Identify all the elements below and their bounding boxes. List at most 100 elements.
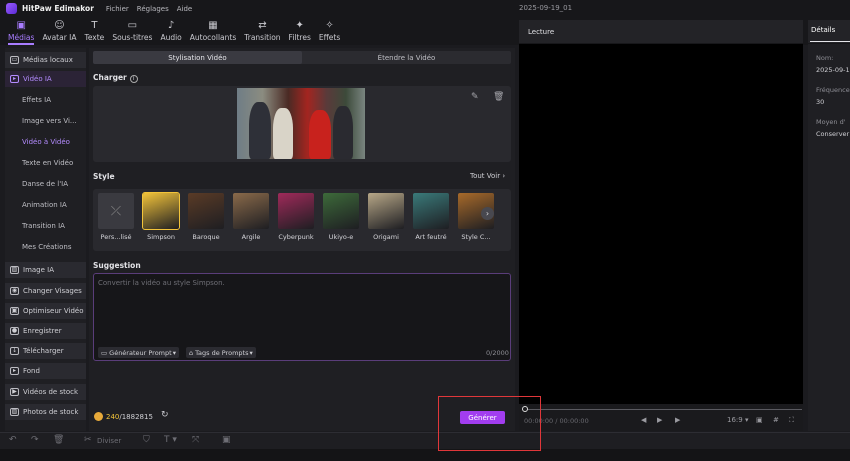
audio-icon: ♪ [167,20,175,31]
toolbar-text[interactable]: T Texte [85,17,105,42]
sidebar-item-9[interactable]: Mes Créations [5,239,86,255]
split-label[interactable]: Diviser [97,437,121,445]
toolbar-label: Filtres [288,33,311,42]
aspect-ratio-select[interactable]: 16:9 ▾ [727,416,748,424]
sidebar-icon: ▨ [10,266,19,274]
snapshot-icon[interactable]: ▣ [756,416,763,424]
fullscreen-icon[interactable]: ⛶ [789,416,794,425]
sidebar-item-4[interactable]: Vidéo à Vidéo [5,134,86,150]
style-card[interactable]: Simpson [142,192,181,245]
upload-section-title: Charger i [93,73,138,83]
media-icon[interactable]: ▣ [222,435,231,445]
toolbar-sticker[interactable]: ▦ Autocollants [190,17,237,42]
style-thumbnail [233,193,269,229]
sidebar-icon: ▣ [10,307,19,315]
style-card[interactable]: Ukiyo-e [323,193,361,245]
upload-area[interactable]: ✎ 🗑 [93,86,511,162]
toolbar-effects[interactable]: ✧ Effets [319,17,340,42]
sidebar-item-3[interactable]: Image vers Vi... [5,113,86,129]
sidebar-item-15[interactable]: ▸ Fond [5,363,86,379]
shield-icon[interactable]: ⛉ [143,435,150,445]
sidebar-item-2[interactable]: Effets IA [5,92,86,108]
style-card[interactable]: Art feutré [413,193,451,245]
see-all-link[interactable]: Tout Voir › [470,172,505,180]
scrub-track[interactable] [524,409,802,410]
prompt-input[interactable]: Convertir la vidéo au style Simpson. ▭ G… [93,273,511,361]
toolbar-label: Médias [8,33,35,42]
subtitles-icon: ▭ [127,20,138,31]
ai-avatar-icon: ☺ [54,20,65,31]
framerate-label: Fréquence [816,86,850,94]
sidebar-item-8[interactable]: Transition IA [5,218,86,234]
app-name: HitPaw Edimakor [22,4,94,13]
sidebar-item-label: Vidéo IA [23,75,52,83]
framerate-value: 30 [816,98,825,106]
prompt-generator-button[interactable]: ▭ Générateur Prompt ▾ [98,347,179,358]
tab-video-stylization[interactable]: Stylisation Vidéo [93,51,302,64]
sidebar-item-0[interactable]: ▭ Médias locaux [5,52,86,68]
style-thumbnail [142,192,180,230]
sidebar-item-6[interactable]: Danse de l'IA [5,176,86,192]
redo-icon[interactable]: ↷ [31,435,39,445]
sidebar-item-label: Texte en Vidéo [22,159,74,167]
sidebar-item-1[interactable]: ▸ Vidéo IA [5,71,86,87]
menu-file[interactable]: Fichier [106,5,129,13]
style-name: Baroque [192,233,220,241]
style-card[interactable]: Origami [368,193,406,245]
video-preview[interactable] [519,44,803,404]
info-icon[interactable]: i [129,75,138,83]
style-card[interactable]: Baroque [188,193,226,245]
style-gallery: Style C... Art feutré Origami Ukiyo-e Cyberp… [93,189,511,251]
next-frame-icon[interactable]: ▶ [675,416,680,424]
sidebar-item-5[interactable]: Texte en Vidéo [5,155,86,171]
split-icon[interactable]: ✂ [84,435,92,445]
toolbar-subtitles[interactable]: ▭ Sous-titres [112,17,152,42]
toolbar-transition[interactable]: ⇄ Transition [244,17,280,42]
grid-icon[interactable]: # [773,416,779,424]
sidebar-item-11[interactable]: ◉ Changer Visages [5,283,86,299]
next-styles-button[interactable]: › [481,207,494,220]
sidebar-item-16[interactable]: ▶ Vidéos de stock [5,384,86,400]
style-card[interactable]: Argile [233,193,271,245]
toolbar-filter[interactable]: ✦ Filtres [289,17,311,42]
sidebar-item-label: Vidéos de stock [23,388,79,396]
toolbar-ai-avatar[interactable]: ☺ Avatar IA [42,17,76,42]
text-tool-icon[interactable]: T ▾ [164,435,177,445]
undo-icon[interactable]: ↶ [9,435,17,445]
prev-frame-icon[interactable]: ◀ [641,416,646,424]
toolbar-audio[interactable]: ♪ Audio [160,17,181,42]
toolbar-media[interactable]: ▣ Médias [8,17,35,45]
edit-icon[interactable]: ✎ [471,92,479,102]
style-thumbnail [368,193,404,229]
style-name: Pers...lisé [100,233,132,241]
crop-icon[interactable]: ⤧ [192,435,199,445]
tab-extend-video[interactable]: Étendre la Vidéo [302,51,511,64]
sidebar-icon: ▸ [10,367,19,375]
sidebar-item-label: Animation IA [22,201,67,209]
timeline-toolbar: ↶ ↷ 🗑 ✂ Diviser ⛉ T ▾ ⤧ ▣ [0,432,850,449]
chevron-right-icon: › [502,172,506,180]
play-icon[interactable]: ▶ [657,416,662,424]
menu-help[interactable]: Aide [177,5,192,13]
sidebar-item-10[interactable]: ▨ Image IA [5,262,86,278]
tab-details[interactable]: Détails [811,26,835,34]
prompt-tags-button[interactable]: ⌂ Tags de Prompts ▾ [186,347,256,358]
prompt-placeholder: Convertir la vidéo au style Simpson. [98,279,225,287]
project-name: 2025-09-19_01 [519,4,573,12]
delete-icon[interactable]: 🗑 [53,435,64,445]
tag-icon: ⌂ [189,348,194,357]
style-card[interactable]: Cyberpunk [278,193,316,245]
refresh-icon[interactable]: ↻ [161,410,169,420]
prompt-tags-label: Tags de Prompts [195,348,249,357]
sidebar-icon: ▸ [10,75,19,83]
sidebar-item-17[interactable]: ▨ Photos de stock [5,404,86,420]
style-card[interactable]: ⤫ Pers...lisé [98,193,136,245]
sidebar-item-13[interactable]: ● Enregistrer [5,323,86,339]
sidebar-item-12[interactable]: ▣ Optimiseur Vidéo [5,303,86,319]
see-all-label: Tout Voir [470,172,501,180]
menu-settings[interactable]: Réglages [137,5,169,13]
sidebar-item-14[interactable]: ↓ Télécharger [5,343,86,359]
sidebar-item-7[interactable]: Animation IA [5,197,86,213]
sidebar-icon: ◉ [10,287,19,295]
delete-icon[interactable]: 🗑 [493,92,504,102]
